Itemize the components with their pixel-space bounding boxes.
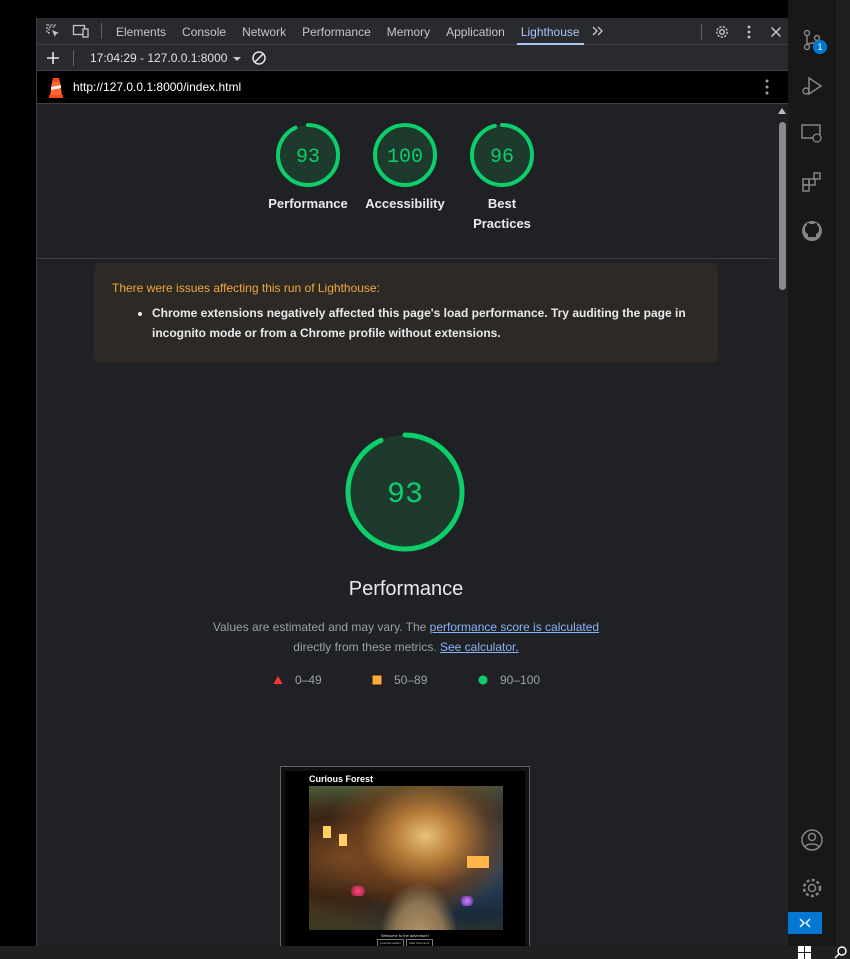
red-triangle-icon xyxy=(273,676,283,684)
remote-connection-icon xyxy=(799,918,811,928)
lit-window xyxy=(467,856,489,868)
legend-average-label: 50–89 xyxy=(394,673,428,687)
screen: Elements Console Network Performance Mem… xyxy=(0,0,850,959)
legend-pass-label: 90–100 xyxy=(500,673,541,687)
screenshot-page: Curious Forest Welcome to the adventure!… xyxy=(285,771,525,959)
report-select-dropdown[interactable]: 17:04:29 - 127.0.0.1:8000 xyxy=(90,50,242,65)
legend-pass: 90–100 xyxy=(478,673,540,687)
page-viewport-left xyxy=(0,0,36,959)
lit-window xyxy=(339,834,347,846)
warning-item: Chrome extensions negatively affected th… xyxy=(152,303,700,343)
performance-big-gauge: 93 xyxy=(345,432,465,552)
gauge-best-practices-value: 96 xyxy=(490,146,514,169)
gauge-accessibility-label: Accessibility xyxy=(365,196,445,211)
report-select-value: 17:04:29 - 127.0.0.1:8000 xyxy=(90,50,228,65)
gauge-best-practices-ring: 96 xyxy=(470,123,534,187)
lighthouse-toolbar: 17:04:29 - 127.0.0.1:8000 xyxy=(37,45,788,71)
devtools-panel: Elements Console Network Performance Mem… xyxy=(36,18,788,959)
report-menu-icon[interactable] xyxy=(765,79,769,100)
vscode-activity-bar: 1 xyxy=(788,0,850,959)
lit-window xyxy=(323,826,331,838)
screenshot-title: Curious Forest xyxy=(309,774,374,784)
perf-desc-middle: directly from these metrics. xyxy=(293,640,440,654)
village-scene-image xyxy=(309,786,503,930)
report-url[interactable]: http://127.0.0.1:8000/index.html xyxy=(73,80,241,94)
lighthouse-report: 93 Performance 100 Accessibility 96 Best… xyxy=(37,104,775,959)
toolbar-divider xyxy=(701,23,702,40)
accounts-icon[interactable] xyxy=(788,818,836,862)
performance-score-link[interactable]: performance score is calculated xyxy=(430,620,599,634)
gauge-best-practices-label: Best Practices xyxy=(473,196,531,231)
source-control-icon[interactable]: 1 xyxy=(788,18,836,62)
score-gauges: 93 Performance 100 Accessibility 96 Best… xyxy=(37,122,775,252)
legend-fail-label: 0–49 xyxy=(295,673,322,687)
device-toolbar-icon[interactable] xyxy=(67,18,95,45)
gauge-accessibility-ring: 100 xyxy=(373,123,437,187)
warning-title: There were issues affecting this run of … xyxy=(112,281,380,295)
tab-lighthouse[interactable]: Lighthouse xyxy=(513,18,588,45)
warning-list: Chrome extensions negatively affected th… xyxy=(112,303,700,343)
tab-console[interactable]: Console xyxy=(174,18,234,45)
tab-application[interactable]: Application xyxy=(438,18,513,45)
see-calculator-link[interactable]: See calculator. xyxy=(440,640,519,654)
tab-performance[interactable]: Performance xyxy=(294,18,379,45)
toolbar-divider xyxy=(73,49,74,66)
scroll-up-arrow-icon[interactable] xyxy=(778,108,786,114)
tab-network[interactable]: Network xyxy=(234,18,294,45)
tab-elements[interactable]: Elements xyxy=(108,18,174,45)
chevron-down-icon xyxy=(233,51,242,65)
remote-explorer-icon[interactable] xyxy=(788,112,836,156)
more-tabs-icon[interactable] xyxy=(588,18,608,45)
gauge-performance[interactable]: 93 Performance xyxy=(258,122,358,214)
source-control-badge: 1 xyxy=(813,40,827,54)
gauge-best-practices[interactable]: 96 Best Practices xyxy=(452,122,552,234)
orange-square-icon xyxy=(372,675,382,685)
devtools-tabbar: Elements Console Network Performance Mem… xyxy=(37,18,788,45)
cobblestone-path xyxy=(379,881,459,930)
tab-memory[interactable]: Memory xyxy=(379,18,438,45)
clear-reports-icon[interactable] xyxy=(245,44,273,71)
run-warning-box: There were issues affecting this run of … xyxy=(94,263,718,363)
editor-edge xyxy=(836,0,850,959)
new-report-plus-icon[interactable] xyxy=(39,44,67,71)
run-debug-icon[interactable] xyxy=(788,64,836,108)
scrollbar-thumb[interactable] xyxy=(779,122,786,290)
lighthouse-logo-icon xyxy=(47,76,65,98)
flower-bed xyxy=(349,886,367,896)
inspect-element-icon[interactable] xyxy=(39,18,67,45)
devtools-tabbar-actions xyxy=(695,18,788,45)
report-url-bar: http://127.0.0.1:8000/index.html xyxy=(37,71,788,104)
performance-description: Values are estimated and may vary. The p… xyxy=(206,617,606,657)
legend-fail: 0–49 xyxy=(273,673,322,687)
gauge-performance-label: Performance xyxy=(268,196,348,211)
legend-average: 50–89 xyxy=(372,673,427,687)
close-icon[interactable] xyxy=(762,18,788,45)
window-top-strip xyxy=(36,0,788,18)
github-icon[interactable] xyxy=(788,209,836,253)
flower-bed xyxy=(459,896,475,906)
toolbar-divider xyxy=(101,23,102,39)
windows-taskbar xyxy=(0,946,850,959)
screenshot-welcome-text: Welcome to the adventure! xyxy=(381,933,429,938)
more-options-icon[interactable] xyxy=(735,18,762,45)
settings-gear-icon[interactable] xyxy=(708,18,735,45)
performance-big-score: 93 xyxy=(387,478,423,512)
windows-start-icon[interactable] xyxy=(798,946,812,959)
green-circle-icon xyxy=(478,675,488,685)
gauge-accessibility[interactable]: 100 Accessibility xyxy=(355,122,455,214)
search-icon[interactable] xyxy=(834,946,848,959)
extensions-icon[interactable] xyxy=(788,160,836,204)
score-legend: 0–49 50–89 90–100 xyxy=(37,673,775,693)
gauge-accessibility-value: 100 xyxy=(387,146,423,169)
gauge-performance-ring: 93 xyxy=(276,123,340,187)
final-screenshot-thumbnail[interactable]: Curious Forest Welcome to the adventure!… xyxy=(280,766,530,959)
section-divider xyxy=(37,258,775,259)
remote-indicator-button[interactable] xyxy=(788,912,822,934)
perf-desc-prefix: Values are estimated and may vary. The xyxy=(212,620,430,634)
manage-gear-icon[interactable] xyxy=(788,866,836,910)
gauge-performance-value: 93 xyxy=(296,146,320,169)
report-scrollbar[interactable] xyxy=(775,104,788,959)
performance-title: Performance xyxy=(348,578,464,600)
